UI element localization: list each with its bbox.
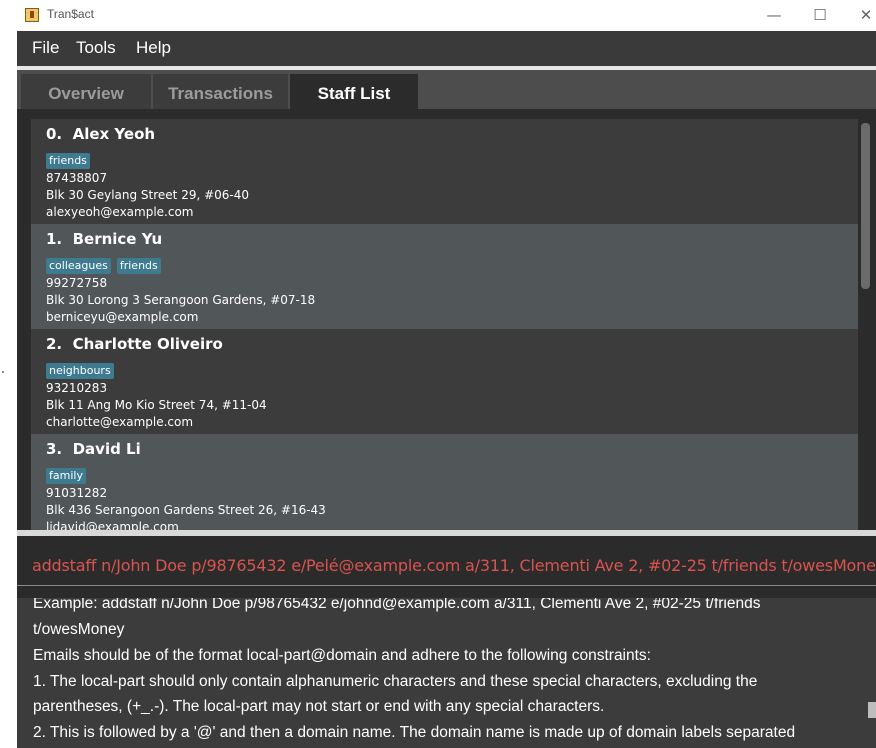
staff-card[interactable]: 2. Charlotte Oliveiro neighbours 9321028… [31, 329, 858, 434]
command-box[interactable]: addstaff n/John Doe p/98765432 e/Pelé@ex… [17, 536, 876, 598]
staff-name-row: 2. Charlotte Oliveiro [46, 335, 223, 353]
staff-index: 0. [46, 125, 63, 143]
staff-list[interactable]: 0. Alex Yeoh friends 87438807 Blk 30 Gey… [17, 109, 876, 530]
staff-name-row: 0. Alex Yeoh [46, 125, 155, 143]
stray-mark [2, 371, 4, 373]
result-scrollbar-thumb[interactable] [868, 702, 876, 718]
tag-list: family [46, 468, 86, 484]
staff-phone: 99272758 [46, 276, 108, 290]
tag-list: colleagues friends [46, 258, 161, 274]
tab-bar: Overview Transactions Staff List [17, 66, 876, 113]
staff-address: Blk 11 Ang Mo Kio Street 74, #11-04 [46, 398, 267, 412]
result-display[interactable]: Example: addstaff n/John Doe p/98765432 … [17, 598, 876, 748]
tag: family [46, 468, 86, 484]
tag: neighbours [46, 363, 114, 379]
staff-phone: 91031282 [46, 486, 108, 500]
staff-card[interactable]: 0. Alex Yeoh friends 87438807 Blk 30 Gey… [31, 119, 858, 224]
staff-index: 3. [46, 440, 63, 458]
staff-name-row: 3. David Li [46, 440, 141, 458]
menu-help[interactable]: Help [136, 38, 171, 58]
window-title: Tran$act [47, 7, 94, 21]
menu-bar: File Tools Help [17, 31, 876, 66]
result-line: parentheses, (+_.-). The local-part may … [33, 698, 605, 715]
staff-address: Blk 30 Geylang Street 29, #06-40 [46, 188, 250, 202]
menu-tools[interactable]: Tools [76, 38, 116, 58]
title-bar: Tran$act — ☐ ✕ [17, 0, 876, 31]
menu-file[interactable]: File [32, 38, 59, 58]
tab-staff-list[interactable]: Staff List [290, 74, 418, 113]
staff-phone: 93210283 [46, 381, 108, 395]
tag-list: friends [46, 153, 90, 169]
tag: colleagues [46, 258, 111, 274]
result-line: 2. This is followed by a '@' and then a … [33, 724, 796, 741]
close-button[interactable]: ✕ [851, 4, 876, 26]
command-underline [17, 585, 876, 586]
tab-transactions[interactable]: Transactions [153, 74, 288, 113]
staff-email: lidavid@example.com [46, 520, 179, 530]
app-window: Tran$act — ☐ ✕ File Tools Help Overview … [17, 0, 876, 748]
staff-name: Alex Yeoh [72, 125, 156, 143]
staff-name: Charlotte Oliveiro [72, 335, 223, 353]
staff-email: alexyeoh@example.com [46, 205, 194, 219]
staff-index: 1. [46, 230, 63, 248]
result-line: Emails should be of the format local-par… [33, 647, 651, 664]
staff-address: Blk 436 Serangoon Gardens Street 26, #16… [46, 503, 326, 517]
result-line: 1. The local-part should only contain al… [33, 673, 758, 690]
staff-name: David Li [72, 440, 141, 458]
staff-card[interactable]: 1. Bernice Yu colleagues friends 9927275… [31, 224, 858, 329]
staff-index: 2. [46, 335, 63, 353]
staff-address: Blk 30 Lorong 3 Serangoon Gardens, #07-1… [46, 293, 316, 307]
tab-overview[interactable]: Overview [21, 74, 151, 113]
result-line: t/owesMoney [33, 621, 125, 638]
tag-list: neighbours [46, 363, 114, 379]
staff-email: berniceyu@example.com [46, 310, 199, 324]
staff-card[interactable]: 3. David Li family 91031282 Blk 436 Sera… [31, 434, 858, 530]
staff-email: charlotte@example.com [46, 415, 194, 429]
tag: friends [116, 258, 161, 274]
list-scrollbar-thumb[interactable] [861, 123, 870, 289]
staff-name: Bernice Yu [72, 230, 163, 248]
maximize-button[interactable]: ☐ [805, 4, 835, 26]
tag: friends [46, 153, 90, 169]
app-logo-icon [25, 8, 39, 22]
result-line: Example: addstaff n/John Doe p/98765432 … [33, 598, 761, 612]
command-input[interactable]: addstaff n/John Doe p/98765432 e/Pelé@ex… [32, 556, 876, 575]
staff-name-row: 1. Bernice Yu [46, 230, 162, 248]
minimize-button[interactable]: — [759, 4, 789, 26]
staff-phone: 87438807 [46, 171, 108, 185]
